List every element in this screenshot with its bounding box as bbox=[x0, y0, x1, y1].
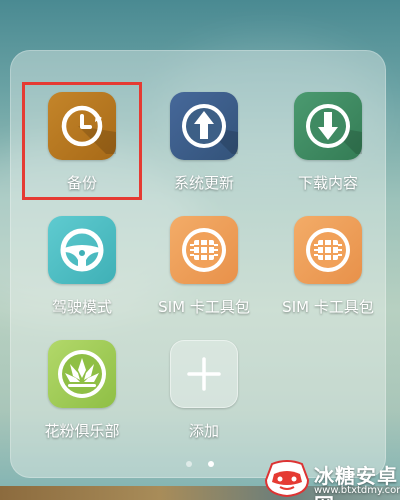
app-label: 花粉俱乐部 bbox=[44, 422, 120, 440]
plus-icon bbox=[170, 340, 238, 408]
app-label: 添加 bbox=[188, 422, 219, 440]
page-dot[interactable] bbox=[186, 461, 193, 467]
app-label: 系统更新 bbox=[173, 174, 234, 192]
app-label: 驾驶模式 bbox=[51, 298, 112, 316]
home-screen: 备份 系统更新 下载内容 驾驶模式 SIM 卡工具包 SIM 卡工具包 花粉俱乐… bbox=[0, 0, 400, 500]
app-sim-toolkit[interactable]: SIM 卡工具包 bbox=[142, 216, 266, 317]
app-system-update[interactable]: 系统更新 bbox=[142, 92, 266, 193]
watermark: 冰糖安卓网 www.btxtdmy.com bbox=[262, 458, 400, 500]
arrow-down-icon bbox=[294, 92, 362, 160]
app-huafen-club[interactable]: 花粉俱乐部 bbox=[20, 340, 144, 441]
page-dot-active[interactable] bbox=[207, 461, 214, 467]
lotus-icon bbox=[48, 340, 116, 408]
app-label: 下载内容 bbox=[297, 174, 358, 192]
app-downloads[interactable]: 下载内容 bbox=[266, 92, 390, 193]
app-driving-mode[interactable]: 驾驶模式 bbox=[20, 216, 144, 317]
app-label: SIM 卡工具包 bbox=[282, 298, 374, 316]
sim-card-icon bbox=[294, 216, 362, 284]
watermark-url: www.btxtdmy.com bbox=[314, 485, 400, 496]
add-app-button[interactable]: 添加 bbox=[142, 340, 266, 441]
sim-card-icon bbox=[170, 216, 238, 284]
app-label: SIM 卡工具包 bbox=[158, 298, 250, 316]
app-sim-toolkit-2[interactable]: SIM 卡工具包 bbox=[266, 216, 390, 317]
watermark-logo bbox=[264, 460, 310, 498]
steering-wheel-icon bbox=[48, 216, 116, 284]
arrow-up-icon bbox=[170, 92, 238, 160]
highlight-box bbox=[22, 82, 142, 200]
